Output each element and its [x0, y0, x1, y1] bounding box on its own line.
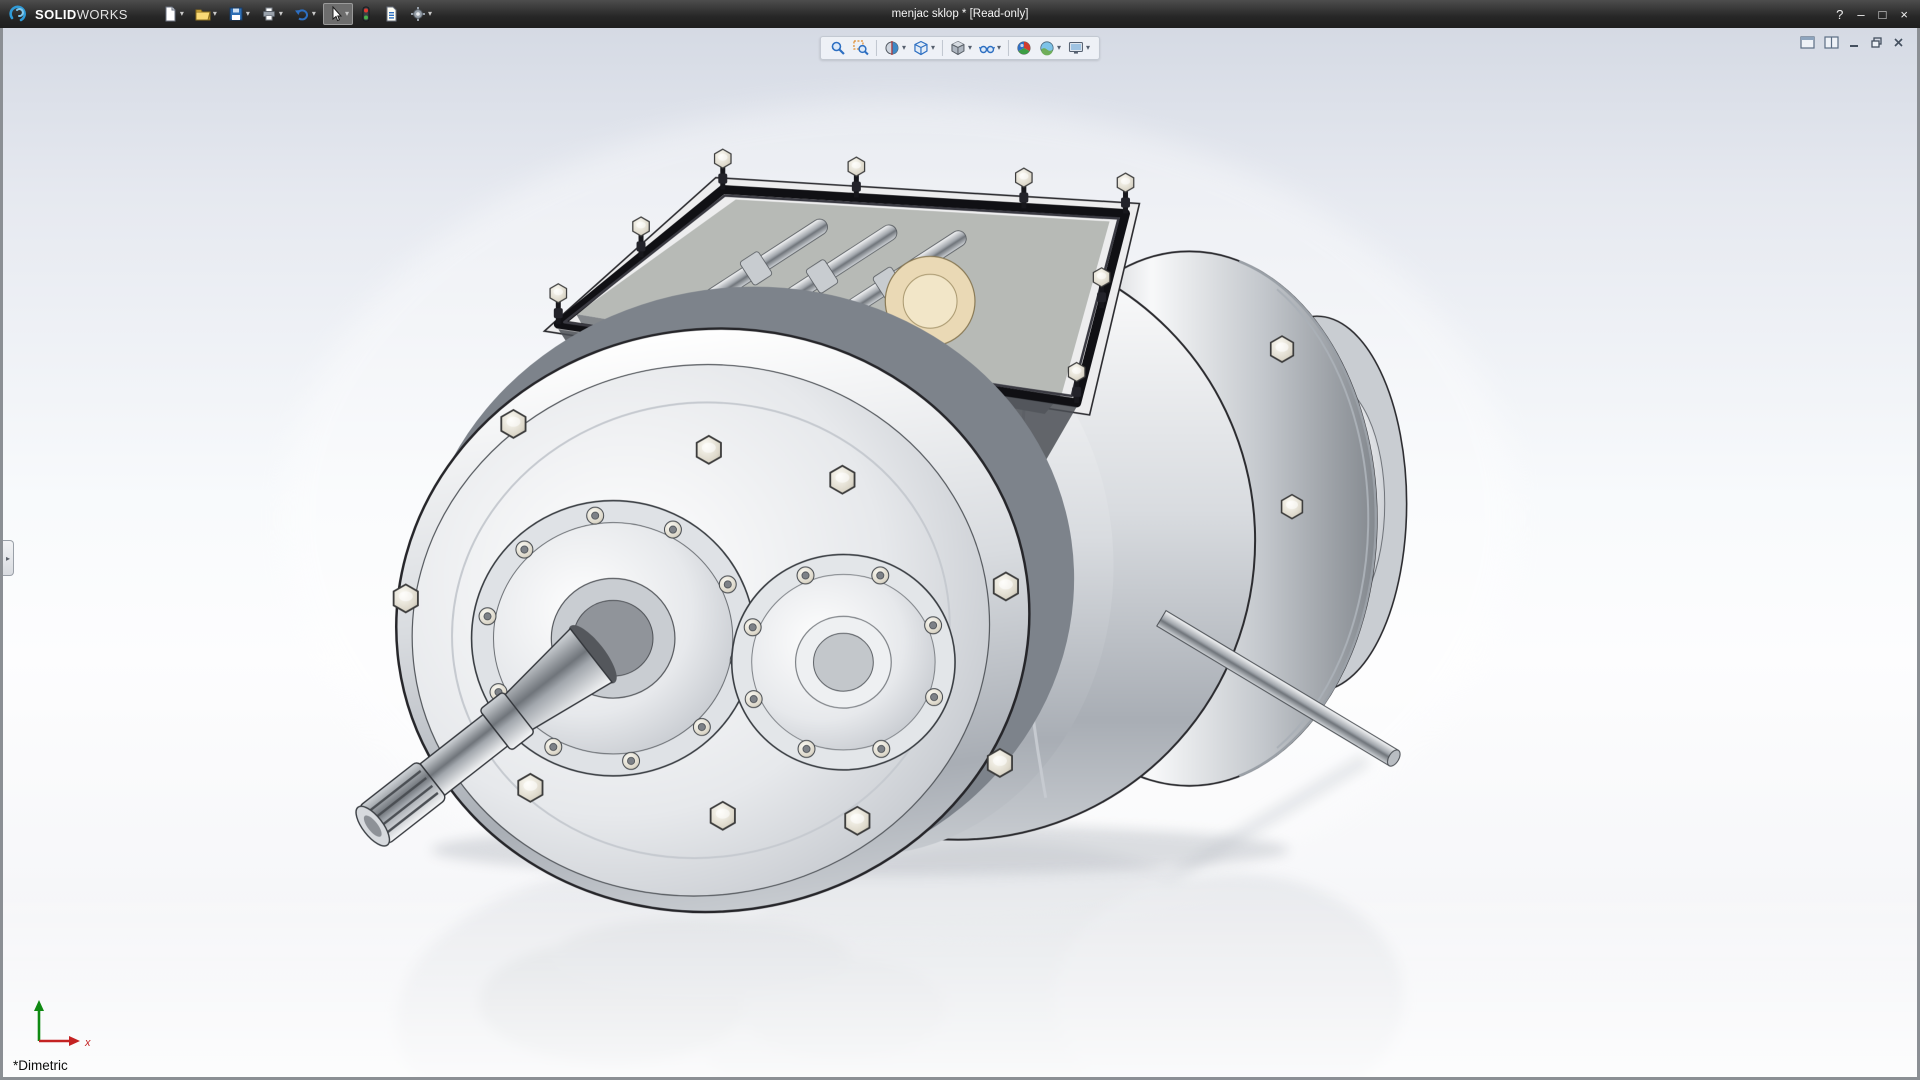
document-window-controls [1800, 36, 1905, 49]
doc-minimize-button[interactable] [1848, 36, 1861, 49]
view-orientation-button[interactable]: ▾ [911, 39, 937, 57]
display-style-icon [950, 40, 966, 56]
feature-panel-collapse-tab[interactable]: ▸ [3, 540, 14, 576]
orientation-triad: x [25, 993, 99, 1051]
apply-scene-icon [1039, 40, 1055, 56]
dropdown-arrow-icon[interactable]: ▾ [345, 10, 349, 18]
heads-up-view-toolbar: ▾ ▾ ▾ ▾ [820, 36, 1100, 60]
solidworks-window: SOLIDWORKS ▾ ▾ ▾ [0, 0, 1920, 1080]
open-folder-icon [195, 6, 211, 22]
window-controls: ? – □ × [1836, 7, 1912, 22]
hide-show-items-button[interactable]: ▾ [977, 39, 1003, 57]
toolbar-separator [876, 40, 877, 56]
split-pane-icon [1824, 36, 1839, 49]
dropdown-arrow-icon[interactable]: ▾ [968, 44, 972, 52]
print-icon [261, 6, 277, 22]
maximize-pane-button[interactable] [1800, 36, 1815, 49]
new-document-icon [162, 6, 178, 22]
triad-x-arrow [69, 1036, 80, 1046]
maximize-button[interactable]: □ [1879, 7, 1887, 22]
undo-icon [294, 6, 310, 22]
options-icon [410, 6, 426, 22]
doc-minimize-icon [1848, 36, 1861, 49]
select-tool-button[interactable]: ▾ [323, 3, 353, 25]
dropdown-arrow-icon[interactable]: ▾ [902, 44, 906, 52]
close-button[interactable]: × [1900, 7, 1908, 22]
title-bar: SOLIDWORKS ▾ ▾ ▾ [0, 0, 1920, 28]
3ds-logo-icon [8, 5, 30, 23]
rebuild-traffic-light-icon [360, 6, 372, 22]
doc-close-button[interactable] [1892, 36, 1905, 49]
apply-scene-button[interactable]: ▾ [1037, 39, 1063, 57]
dropdown-arrow-icon[interactable]: ▾ [931, 44, 935, 52]
edit-appearance-icon [1016, 40, 1032, 56]
dropdown-arrow-icon[interactable]: ▾ [279, 10, 283, 18]
solidworks-brand: SOLIDWORKS [8, 5, 128, 23]
undo-button[interactable]: ▾ [290, 3, 320, 25]
open-button[interactable]: ▾ [191, 3, 221, 25]
view-settings-icon [1068, 40, 1084, 56]
dropdown-arrow-icon[interactable]: ▾ [312, 10, 316, 18]
select-cursor-icon [327, 6, 343, 22]
edit-appearance-button[interactable] [1014, 39, 1034, 57]
options-button[interactable]: ▾ [406, 3, 436, 25]
new-document-button[interactable]: ▾ [158, 3, 188, 25]
dropdown-arrow-icon[interactable]: ▾ [1086, 44, 1090, 52]
view-settings-button[interactable]: ▾ [1066, 39, 1092, 57]
panel-expand-arrow-icon: ▸ [6, 554, 10, 563]
file-properties-button[interactable] [379, 3, 403, 25]
gearbox-assembly-3d-model[interactable] [3, 28, 1917, 1077]
section-view-icon [884, 40, 900, 56]
zoom-to-area-button[interactable] [851, 39, 871, 57]
toolbar-separator [942, 40, 943, 56]
dropdown-arrow-icon[interactable]: ▾ [428, 10, 432, 18]
triad-y-arrow [34, 1000, 44, 1011]
view-orientation-label: *Dimetric [13, 1058, 68, 1073]
zoom-to-area-icon [853, 40, 869, 56]
file-properties-icon [383, 6, 399, 22]
doc-close-icon [1892, 36, 1905, 49]
dropdown-arrow-icon[interactable]: ▾ [997, 44, 1001, 52]
toolbar-separator [1008, 40, 1009, 56]
split-pane-button[interactable] [1824, 36, 1839, 49]
save-button[interactable]: ▾ [224, 3, 254, 25]
doc-restore-icon [1870, 36, 1883, 49]
display-style-button[interactable]: ▾ [948, 39, 974, 57]
reflection-fade [3, 878, 1917, 1077]
zoom-to-fit-button[interactable] [828, 39, 848, 57]
rebuild-button[interactable] [356, 3, 376, 25]
output-bearing-cover [732, 554, 955, 769]
dropdown-arrow-icon[interactable]: ▾ [213, 10, 217, 18]
zoom-to-fit-icon [830, 40, 846, 56]
brand-text: SOLIDWORKS [35, 7, 128, 22]
print-button[interactable]: ▾ [257, 3, 287, 25]
help-button[interactable]: ? [1836, 7, 1843, 22]
dropdown-arrow-icon[interactable]: ▾ [180, 10, 184, 18]
dropdown-arrow-icon[interactable]: ▾ [246, 10, 250, 18]
triad-x-label: x [84, 1037, 91, 1049]
minimize-button[interactable]: – [1857, 7, 1864, 22]
doc-restore-button[interactable] [1870, 36, 1883, 49]
view-orientation-icon [913, 40, 929, 56]
main-toolbar: ▾ ▾ ▾ ▾ [158, 3, 436, 25]
section-view-button[interactable]: ▾ [882, 39, 908, 57]
save-icon [228, 6, 244, 22]
window-title: menjac sklop * [Read-only] [892, 8, 1029, 20]
graphics-viewport[interactable]: ▾ ▾ ▾ ▾ [0, 28, 1920, 1080]
maximize-pane-icon [1800, 36, 1815, 49]
hide-show-items-icon [979, 40, 995, 56]
dropdown-arrow-icon[interactable]: ▾ [1057, 44, 1061, 52]
